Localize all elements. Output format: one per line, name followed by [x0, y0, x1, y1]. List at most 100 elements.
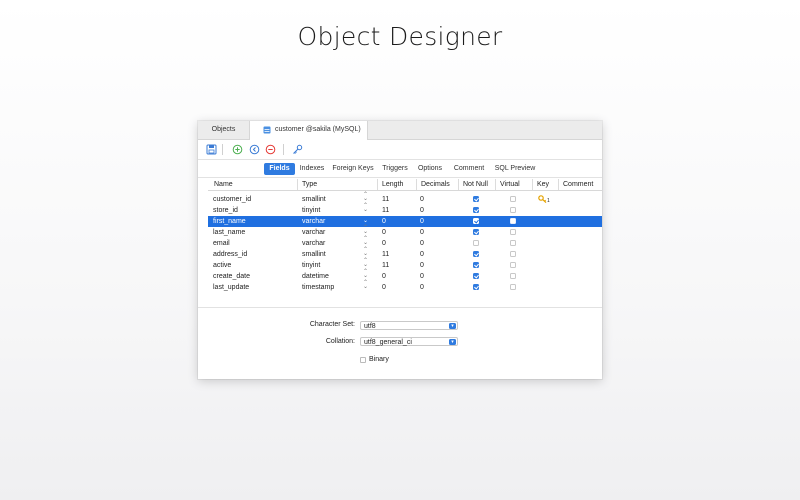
subtab-comment[interactable]: Comment: [450, 163, 488, 175]
type-stepper-icon[interactable]: ⌃ ⌄: [363, 203, 368, 213]
field-length-cell[interactable]: 11: [382, 194, 389, 205]
field-length-cell[interactable]: 11: [382, 260, 389, 271]
field-length-cell[interactable]: 0: [382, 216, 386, 227]
charset-select[interactable]: utf8 ▾: [360, 321, 458, 330]
type-stepper-icon[interactable]: ⌃ ⌄: [363, 269, 368, 279]
delete-field-icon[interactable]: [265, 144, 276, 155]
field-name-cell[interactable]: last_name: [213, 227, 245, 238]
field-length-cell[interactable]: 11: [382, 205, 389, 216]
not-null-checkbox[interactable]: [473, 218, 479, 224]
field-name-cell[interactable]: address_id: [213, 249, 247, 260]
collation-select[interactable]: utf8_general_ci ▾: [360, 337, 458, 346]
field-row[interactable]: create_date datetime ⌃ ⌄ 0 0: [208, 269, 602, 282]
field-decimals-cell[interactable]: 0: [420, 238, 424, 249]
add-field-icon[interactable]: [232, 144, 243, 155]
column-header-name[interactable]: Name: [210, 179, 298, 190]
field-decimals-cell[interactable]: 0: [420, 194, 424, 205]
field-decimals-cell[interactable]: 0: [420, 227, 424, 238]
field-name-cell[interactable]: first_name: [213, 216, 246, 227]
not-null-checkbox[interactable]: [473, 273, 479, 279]
field-type-cell[interactable]: smallint: [302, 194, 326, 205]
field-decimals-cell[interactable]: 0: [420, 249, 424, 260]
field-type-cell[interactable]: varchar: [302, 227, 325, 238]
tab-strip: Objects customer @sakila (MySQL): [198, 121, 602, 140]
column-header-length[interactable]: Length: [378, 179, 417, 190]
column-header-key[interactable]: Key: [533, 179, 559, 190]
type-stepper-icon[interactable]: ⌃ ⌄: [363, 236, 368, 246]
not-null-checkbox[interactable]: [473, 196, 479, 202]
column-header-decimals[interactable]: Decimals: [417, 179, 459, 190]
primary-key-icon[interactable]: [292, 144, 303, 155]
virtual-checkbox[interactable]: [510, 207, 516, 213]
subtab-indexes[interactable]: Indexes: [297, 163, 327, 175]
field-length-cell[interactable]: 0: [382, 271, 386, 282]
type-stepper-icon[interactable]: ⌃ ⌄: [363, 247, 368, 257]
virtual-checkbox[interactable]: [510, 218, 516, 224]
virtual-checkbox[interactable]: [510, 251, 516, 257]
subtab-triggers[interactable]: Triggers: [379, 163, 411, 175]
not-null-checkbox[interactable]: [473, 262, 479, 268]
type-stepper-icon[interactable]: ⌃ ⌄: [363, 258, 368, 268]
not-null-checkbox[interactable]: [473, 229, 479, 235]
field-type-cell[interactable]: tinyint: [302, 205, 320, 216]
virtual-checkbox[interactable]: [510, 229, 516, 235]
field-length-cell[interactable]: 0: [382, 238, 386, 249]
field-name-cell[interactable]: customer_id: [213, 194, 251, 205]
field-type-cell[interactable]: timestamp: [302, 282, 334, 293]
not-null-checkbox[interactable]: [473, 207, 479, 213]
insert-field-icon[interactable]: [249, 144, 260, 155]
field-name-cell[interactable]: last_update: [213, 282, 249, 293]
tab-objects[interactable]: Objects: [198, 121, 249, 139]
field-name-cell[interactable]: email: [213, 238, 230, 249]
virtual-checkbox[interactable]: [510, 284, 516, 290]
column-header-comment[interactable]: Comment: [559, 179, 602, 190]
field-type-cell[interactable]: varchar: [302, 238, 325, 249]
virtual-checkbox[interactable]: [510, 262, 516, 268]
virtual-checkbox[interactable]: [510, 273, 516, 279]
type-stepper-icon[interactable]: ⌃ ⌄: [363, 192, 368, 202]
type-stepper-icon[interactable]: ⌃ ⌄: [363, 280, 368, 290]
tab-customer-table[interactable]: customer @sakila (MySQL): [249, 121, 368, 140]
field-decimals-cell[interactable]: 0: [420, 282, 424, 293]
field-row[interactable]: store_id tinyint ⌃ ⌄ 11 0: [208, 203, 602, 216]
tab-customer-label: customer @sakila (MySQL): [275, 126, 361, 133]
save-icon[interactable]: [206, 144, 217, 155]
field-length-cell[interactable]: 0: [382, 227, 386, 238]
column-header-type[interactable]: Type: [298, 179, 378, 190]
field-row[interactable]: email varchar ⌃ ⌄ 0 0: [208, 236, 602, 249]
field-row[interactable]: last_update timestamp ⌃ ⌄ 0 0: [208, 280, 602, 293]
column-header-virtual[interactable]: Virtual: [496, 179, 533, 190]
field-row[interactable]: active tinyint ⌃ ⌄ 11 0: [208, 258, 602, 271]
field-length-cell[interactable]: 11: [382, 249, 389, 260]
field-decimals-cell[interactable]: 0: [420, 216, 424, 227]
properties-divider: [198, 307, 602, 308]
field-decimals-cell[interactable]: 0: [420, 260, 424, 271]
field-row[interactable]: last_name varchar ⌃ ⌄ 0 0: [208, 225, 602, 238]
column-header-not-null[interactable]: Not Null: [459, 179, 496, 190]
field-type-cell[interactable]: tinyint: [302, 260, 320, 271]
field-type-cell[interactable]: smallint: [302, 249, 326, 260]
subtab-sql-preview[interactable]: SQL Preview: [493, 163, 537, 175]
type-stepper-icon[interactable]: ⌃ ⌄: [363, 214, 368, 224]
subtab-fields[interactable]: Fields: [264, 163, 295, 175]
field-type-cell[interactable]: varchar: [302, 216, 325, 227]
field-row[interactable]: first_name varchar ⌃ ⌄ 0 0: [208, 214, 602, 227]
field-length-cell[interactable]: 0: [382, 282, 386, 293]
field-name-cell[interactable]: create_date: [213, 271, 250, 282]
field-decimals-cell[interactable]: 0: [420, 271, 424, 282]
binary-checkbox[interactable]: [360, 357, 366, 363]
field-row[interactable]: customer_id smallint ⌃ ⌄ 11 0 1: [208, 192, 602, 205]
not-null-checkbox[interactable]: [473, 251, 479, 257]
virtual-checkbox[interactable]: [510, 240, 516, 246]
subtab-foreign-keys[interactable]: Foreign Keys: [331, 163, 375, 175]
not-null-checkbox[interactable]: [473, 284, 479, 290]
virtual-checkbox[interactable]: [510, 196, 516, 202]
field-name-cell[interactable]: store_id: [213, 205, 238, 216]
field-decimals-cell[interactable]: 0: [420, 205, 424, 216]
subtab-options[interactable]: Options: [415, 163, 445, 175]
field-name-cell[interactable]: active: [213, 260, 231, 271]
type-stepper-icon[interactable]: ⌃ ⌄: [363, 225, 368, 235]
not-null-checkbox[interactable]: [473, 240, 479, 246]
field-type-cell[interactable]: datetime: [302, 271, 329, 282]
field-row[interactable]: address_id smallint ⌃ ⌄ 11 0: [208, 247, 602, 260]
